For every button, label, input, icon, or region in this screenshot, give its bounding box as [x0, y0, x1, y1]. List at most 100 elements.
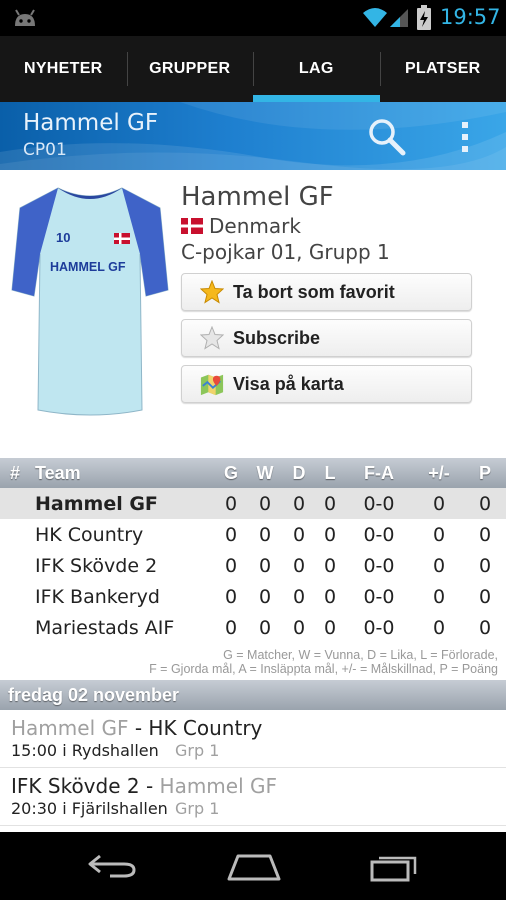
- cell-l: 0: [323, 554, 337, 577]
- cell-d: 0: [292, 554, 306, 577]
- cell-w: 0: [258, 554, 272, 577]
- cell-d: 0: [292, 492, 306, 515]
- cell-w: 0: [258, 616, 272, 639]
- match-item[interactable]: IFK Skövde 2 - Hammel GF 20:30 i Fjärils…: [0, 769, 506, 826]
- match-away-team: Hammel GF: [159, 774, 278, 798]
- status-clock: 19:57: [440, 5, 501, 29]
- cell-g: 0: [224, 523, 238, 546]
- map-icon: [200, 372, 224, 396]
- standings-header: # Team G W D L F-A +/- P: [0, 458, 506, 488]
- cell-team: IFK Bankeryd: [35, 585, 160, 608]
- home-icon[interactable]: [226, 852, 282, 882]
- battery-charging-icon: [417, 5, 431, 30]
- match-separator: -: [128, 716, 149, 740]
- team-jersey-image: 10 HAMMEL GF: [11, 187, 169, 416]
- cell-team: Mariestads AIF: [35, 616, 175, 639]
- jersey-text: HAMMEL GF: [50, 260, 126, 274]
- match-teams: IFK Skövde 2 - Hammel GF: [11, 774, 277, 798]
- match-item[interactable]: Hammel GF - HK Country 15:00 i Rydshalle…: [0, 711, 506, 768]
- subscribe-button[interactable]: Subscribe: [181, 319, 472, 357]
- search-icon[interactable]: [366, 116, 408, 158]
- cell-l: 0: [323, 523, 337, 546]
- cell-pm: 0: [432, 616, 446, 639]
- cell-fa: 0-0: [363, 492, 395, 515]
- cell-p: 0: [478, 492, 492, 515]
- legend-line-2: F = Gjorda mål, A = Insläppta mål, +/- =…: [149, 662, 498, 676]
- tab-grupper[interactable]: GRUPPER: [126, 36, 254, 102]
- cell-pm: 0: [432, 492, 446, 515]
- tab-lag[interactable]: LAG: [253, 36, 380, 102]
- cell-w: 0: [258, 492, 272, 515]
- cell-w: 0: [258, 585, 272, 608]
- cell-p: 0: [478, 616, 492, 639]
- star-filled-icon: [200, 280, 224, 304]
- cell-l: 0: [323, 616, 337, 639]
- page-title: Hammel GF: [23, 110, 159, 136]
- match-separator: -: [139, 774, 160, 798]
- cell-d: 0: [292, 585, 306, 608]
- cell-p: 0: [478, 585, 492, 608]
- match-away-team: HK Country: [148, 716, 263, 740]
- cell-p: 0: [478, 554, 492, 577]
- tab-bar: NYHETER GRUPPER LAG PLATSER: [0, 36, 506, 102]
- cell-g: 0: [224, 585, 238, 608]
- table-row[interactable]: Mariestads AIF 0 0 0 0 0-0 0 0: [0, 612, 506, 643]
- cell-fa: 0-0: [363, 585, 395, 608]
- wifi-icon: [363, 8, 387, 27]
- remove-favorite-label: Ta bort som favorit: [233, 281, 395, 302]
- header-w: W: [256, 462, 274, 483]
- table-row[interactable]: HK Country 0 0 0 0 0-0 0 0: [0, 519, 506, 550]
- header-g: G: [223, 462, 238, 483]
- cell-g: 0: [224, 492, 238, 515]
- team-name: Hammel GF: [181, 182, 334, 212]
- remove-favorite-button[interactable]: Ta bort som favorit: [181, 273, 472, 311]
- back-icon[interactable]: [86, 850, 138, 880]
- cell-pm: 0: [432, 523, 446, 546]
- cell-l: 0: [323, 585, 337, 608]
- cell-fa: 0-0: [363, 523, 395, 546]
- android-icon: [15, 9, 35, 26]
- match-teams: Hammel GF - HK Country: [11, 716, 262, 740]
- header-num: #: [9, 462, 20, 483]
- header-p: P: [478, 462, 491, 483]
- cell-d: 0: [292, 616, 306, 639]
- cell-fa: 0-0: [363, 554, 395, 577]
- table-row[interactable]: IFK Bankeryd 0 0 0 0 0-0 0 0: [0, 581, 506, 612]
- team-country: Denmark: [181, 214, 301, 238]
- header-fa: F-A: [364, 462, 394, 483]
- match-time-venue: 20:30 i Fjärilshallen: [11, 799, 168, 818]
- status-bar: 19:57: [0, 0, 506, 36]
- legend-line-1: G = Matcher, W = Vunna, D = Lika, L = Fö…: [223, 648, 498, 662]
- cell-pm: 0: [432, 585, 446, 608]
- action-bar: Hammel GF CP01: [0, 102, 506, 170]
- cell-d: 0: [292, 523, 306, 546]
- denmark-flag-icon: [181, 218, 203, 234]
- jersey-number: 10: [56, 230, 70, 245]
- match-home-team: Hammel GF: [11, 716, 129, 740]
- overflow-menu-icon[interactable]: [458, 120, 472, 154]
- tab-platser[interactable]: PLATSER: [379, 36, 506, 102]
- system-nav-bar: [0, 832, 506, 900]
- header-l: L: [324, 462, 336, 483]
- standings-table: # Team G W D L F-A +/- P Hammel GF 0 0 0…: [0, 458, 506, 643]
- header-d: D: [292, 462, 306, 483]
- table-row[interactable]: Hammel GF 0 0 0 0 0-0 0 0: [0, 488, 506, 519]
- cell-pm: 0: [432, 554, 446, 577]
- match-group: Grp 1: [175, 741, 220, 760]
- show-on-map-button[interactable]: Visa på karta: [181, 365, 472, 403]
- standings-legend: G = Matcher, W = Vunna, D = Lika, L = Fö…: [0, 648, 498, 676]
- match-home-team: IFK Skövde 2: [11, 774, 140, 798]
- recent-apps-icon[interactable]: [369, 852, 419, 882]
- cell-team: HK Country: [35, 523, 144, 546]
- cell-g: 0: [224, 616, 238, 639]
- header-team: Team: [35, 462, 81, 483]
- team-country-label: Denmark: [209, 214, 301, 238]
- header-pm: +/-: [428, 462, 450, 483]
- signal-icon: [390, 9, 408, 27]
- table-row[interactable]: IFK Skövde 2 0 0 0 0 0-0 0 0: [0, 550, 506, 581]
- cell-team: IFK Skövde 2: [35, 554, 158, 577]
- page-subtitle: CP01: [23, 140, 67, 160]
- match-group: Grp 1: [175, 799, 220, 818]
- tab-nyheter[interactable]: NYHETER: [0, 36, 127, 102]
- match-time-venue: 15:00 i Rydshallen: [11, 741, 159, 760]
